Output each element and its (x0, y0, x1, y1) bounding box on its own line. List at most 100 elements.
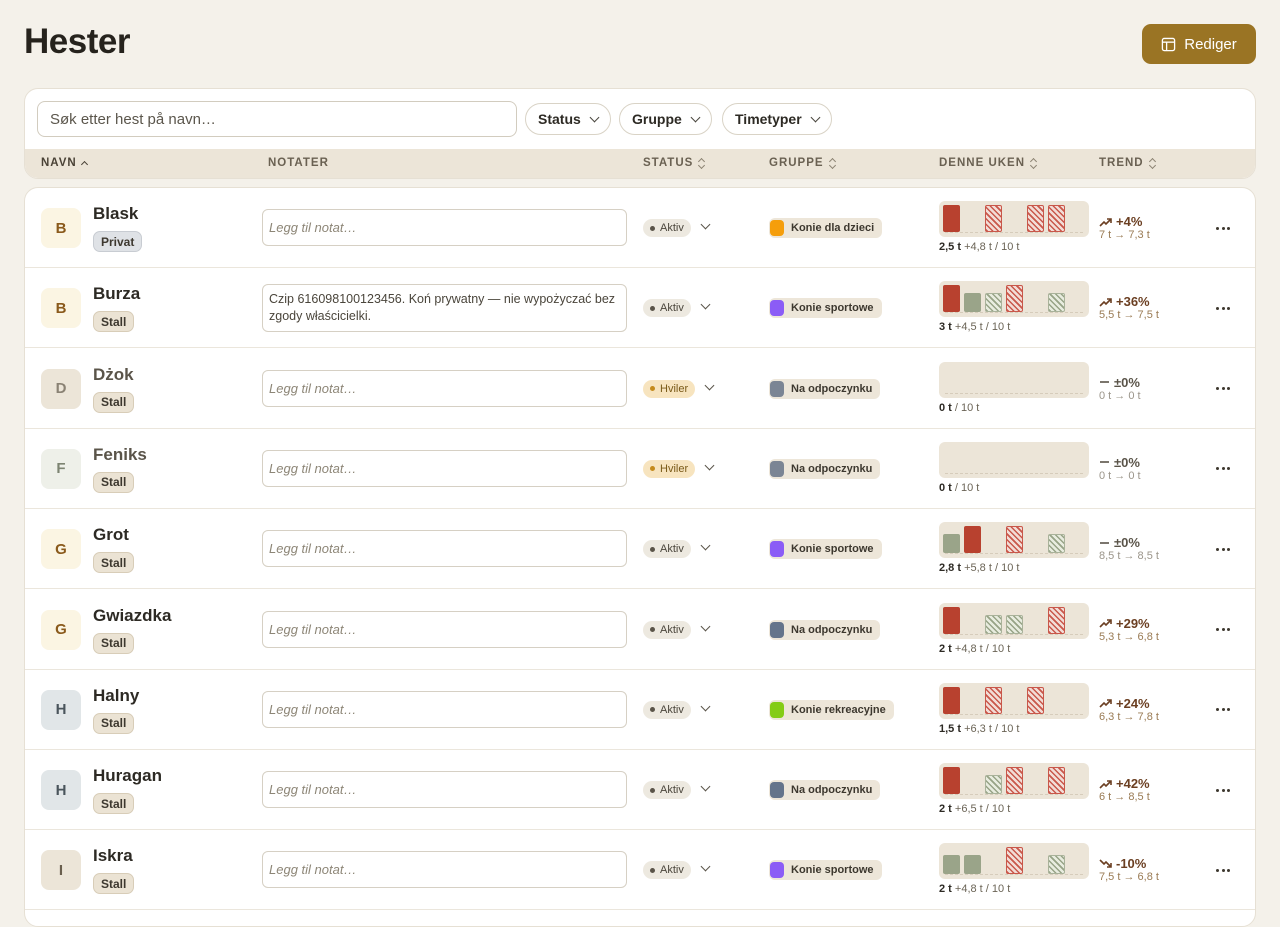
status-dot (650, 707, 655, 713)
status-label: Aktiv (660, 222, 684, 234)
group-filter[interactable]: Gruppe (619, 103, 712, 135)
group-label: Konie sportowe (791, 302, 874, 315)
col-trend[interactable]: TREND (1099, 157, 1157, 169)
sort-icon (1030, 158, 1038, 168)
col-name-label: NAVN (41, 157, 77, 169)
week-hours: 2 t (939, 803, 952, 816)
week-extra: +4,5 t (954, 321, 983, 334)
table-row[interactable]: H Halny Stall Aktiv Konie rekreacyjne 1,5 t +… (25, 670, 1255, 750)
chevron-down-icon[interactable] (704, 380, 715, 391)
table-icon (1161, 37, 1176, 51)
more-actions-icon[interactable] (1211, 218, 1235, 238)
col-week[interactable]: DENNE UKEN (939, 157, 1038, 169)
table-row[interactable]: B Blask Privat Aktiv Konie dla dzieci 2,5 t +… (25, 188, 1255, 268)
week-cap: / 10 t (985, 321, 1011, 334)
more-actions-icon[interactable] (1211, 780, 1235, 800)
status-badge[interactable]: Aktiv (643, 219, 691, 237)
chevron-down-icon[interactable] (700, 219, 711, 230)
week-cap: / 10 t (994, 241, 1020, 253)
note-field[interactable]: Czip 616098100123456. Koń prywatny — nie… (262, 284, 627, 333)
note-field[interactable] (262, 690, 627, 728)
horse-name[interactable]: Halny (93, 686, 139, 706)
status-dot (650, 627, 655, 632)
status-label: Aktiv (660, 784, 684, 797)
col-name[interactable]: NAVN (41, 157, 88, 169)
chevron-down-icon[interactable] (700, 861, 711, 872)
status-badge[interactable]: Aktiv (643, 620, 691, 639)
note-field[interactable] (262, 530, 627, 568)
page-title: Hester (24, 22, 130, 61)
chevron-down-icon[interactable] (700, 781, 711, 792)
trend-up-icon (1099, 699, 1112, 708)
note-field[interactable] (262, 610, 627, 648)
week-chart (939, 201, 1089, 237)
more-actions-icon[interactable] (1211, 298, 1235, 318)
note-field[interactable] (262, 449, 627, 487)
horse-name[interactable]: Dżok (93, 365, 134, 385)
week-chart (939, 281, 1089, 318)
edit-button[interactable]: Rediger (1142, 24, 1256, 64)
table-row[interactable]: I Iskra Stall Aktiv Konie sportowe 2 t +4,8 t… (25, 830, 1255, 911)
trend-up-icon (1099, 779, 1112, 789)
week-chart (939, 682, 1089, 719)
more-actions-icon[interactable] (1211, 459, 1235, 479)
ownership-badge: Stall (93, 873, 135, 895)
note-field[interactable] (262, 209, 627, 246)
more-actions-icon[interactable] (1211, 539, 1235, 559)
avatar: G (41, 529, 81, 570)
week-hours: 2 t (939, 642, 952, 655)
group-label: Na odpoczynku (791, 462, 873, 475)
status-badge[interactable]: Aktiv (643, 781, 691, 800)
status-badge[interactable]: Aktiv (643, 700, 691, 719)
search-input[interactable] (37, 101, 517, 137)
status-badge[interactable]: Aktiv (643, 299, 691, 318)
chevron-down-icon[interactable] (700, 621, 711, 631)
status-filter[interactable]: Status (525, 103, 611, 135)
chevron-down-icon[interactable] (700, 540, 711, 551)
sort-icon (829, 158, 837, 168)
col-status[interactable]: STATUS (643, 157, 706, 169)
table-row[interactable]: G Gwiazdka Stall Aktiv Na odpoczynku 2 t +4,8… (25, 590, 1255, 670)
table-row[interactable]: F Feniks Stall Hviler Na odpoczynku 0 t / 10 … (25, 429, 1255, 509)
group-color-swatch (770, 621, 784, 638)
trend-value: -10% (1099, 856, 1146, 871)
table-row[interactable]: D Dżok Stall Hviler Na odpoczynku 0 t / 10 t ±… (25, 349, 1255, 429)
more-actions-icon[interactable] (1211, 700, 1235, 720)
status-badge[interactable]: Hviler (643, 379, 696, 398)
week-summary: 2,5 t +4,8 t / 10 t (939, 241, 1019, 253)
lesson-types-filter-label: Timetyper (735, 111, 802, 127)
table-row[interactable]: H Huragan Stall Aktiv Na odpoczynku 2 t +6,5 … (25, 750, 1255, 831)
col-group[interactable]: GRUPPE (769, 157, 837, 169)
trend-up-icon (1099, 217, 1112, 227)
week-bar (964, 855, 981, 875)
note-field[interactable] (262, 369, 627, 407)
more-actions-icon[interactable] (1211, 620, 1235, 640)
horse-name[interactable]: Feniks (93, 445, 147, 465)
lesson-types-filter[interactable]: Timetyper (722, 103, 832, 135)
week-cap: / 10 t (985, 642, 1011, 655)
horse-name[interactable]: Iskra (93, 846, 133, 866)
chevron-down-icon (810, 112, 821, 122)
status-badge[interactable]: Aktiv (643, 861, 691, 880)
week-chart (939, 441, 1089, 478)
horse-name[interactable]: Blask (93, 204, 138, 224)
week-bar (1006, 526, 1023, 554)
more-actions-icon[interactable] (1211, 860, 1235, 880)
horse-name[interactable]: Huragan (93, 766, 162, 786)
horse-name[interactable]: Gwiazdka (93, 606, 171, 626)
horse-name[interactable]: Grot (93, 525, 129, 545)
horse-name[interactable]: Burza (93, 284, 140, 304)
chevron-down-icon[interactable] (700, 299, 711, 310)
note-field[interactable] (262, 771, 627, 809)
note-field[interactable] (262, 851, 627, 889)
table-row[interactable]: B Burza Stall Czip 616098100123456. Koń pry… (25, 268, 1255, 349)
table-row[interactable]: G Grot Stall Aktiv Konie sportowe 2,8 t +5,8 … (25, 509, 1255, 590)
status-badge[interactable]: Aktiv (643, 540, 691, 559)
avatar: D (41, 368, 81, 409)
more-actions-icon[interactable] (1211, 379, 1235, 399)
chevron-down-icon[interactable] (704, 460, 715, 471)
week-bar (1048, 767, 1065, 795)
status-badge[interactable]: Hviler (643, 459, 696, 478)
chevron-down-icon[interactable] (700, 701, 711, 712)
group-label: Na odpoczynku (791, 784, 873, 797)
